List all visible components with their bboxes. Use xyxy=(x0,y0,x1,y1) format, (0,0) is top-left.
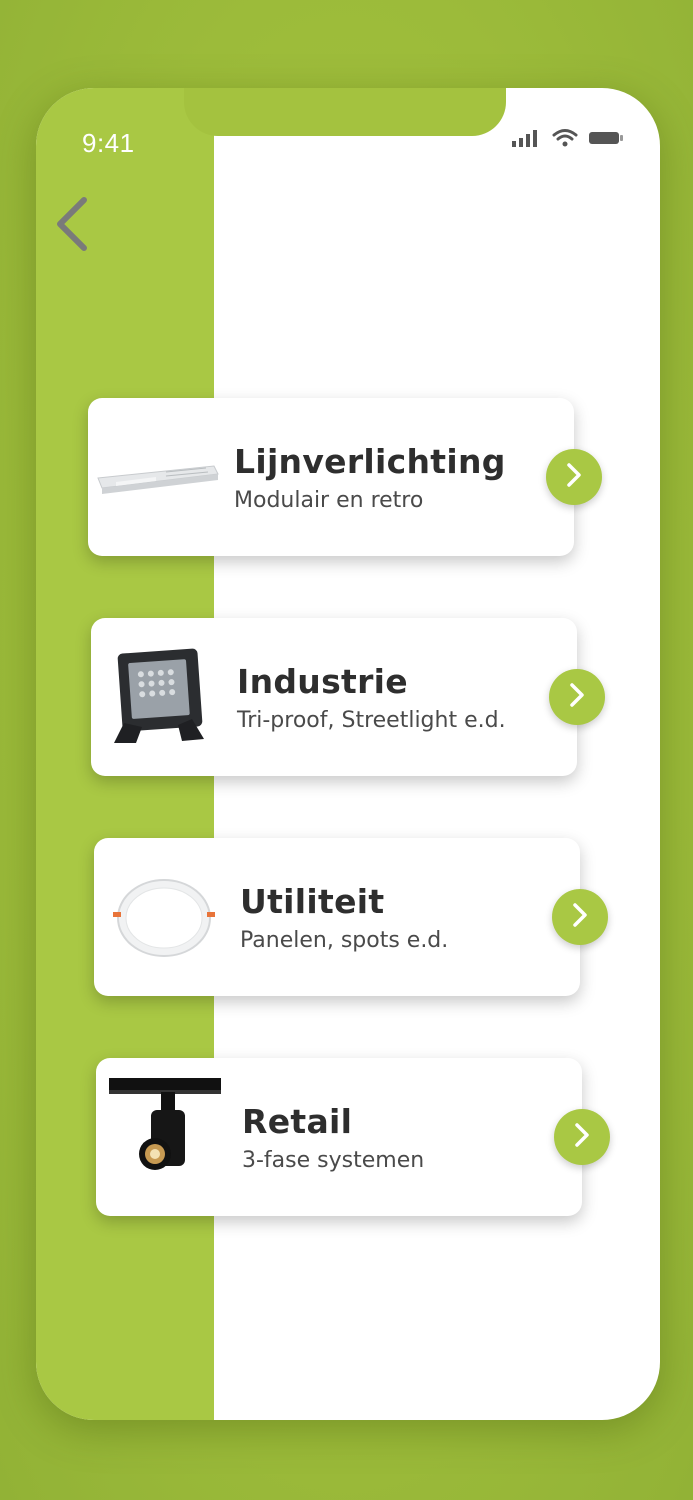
category-card-industrie[interactable]: Industrie Tri-proof, Streetlight e.d. xyxy=(91,618,605,776)
wifi-icon xyxy=(552,128,578,152)
status-icons xyxy=(512,128,624,152)
category-title: Utiliteit xyxy=(240,882,385,921)
recessed-downlight-image xyxy=(102,860,226,976)
category-title: Industrie xyxy=(237,662,408,701)
open-category-button[interactable] xyxy=(552,889,608,945)
chevron-right-icon xyxy=(570,901,590,933)
category-title: Retail xyxy=(242,1102,353,1141)
track-spotlight-image xyxy=(104,1072,228,1188)
signal-icon xyxy=(512,129,542,151)
category-subtitle: Modulair en retro xyxy=(234,488,424,513)
linear-light-fixture-image xyxy=(96,420,220,536)
back-button[interactable] xyxy=(50,196,94,256)
category-card-utiliteit[interactable]: Utiliteit Panelen, spots e.d. xyxy=(94,838,608,996)
chevron-right-icon xyxy=(564,461,584,493)
open-category-button[interactable] xyxy=(554,1109,610,1165)
open-category-button[interactable] xyxy=(549,669,605,725)
phone-screen: 9:41 Lijnverlichting Modulair en retro I… xyxy=(36,88,660,1420)
chevron-right-icon xyxy=(572,1121,592,1153)
category-title: Lijnverlichting xyxy=(234,442,506,481)
category-subtitle: Tri-proof, Streetlight e.d. xyxy=(237,708,506,733)
chevron-right-icon xyxy=(567,681,587,713)
status-time: 9:41 xyxy=(82,128,135,158)
floodlight-image xyxy=(99,640,223,756)
open-category-button[interactable] xyxy=(546,449,602,505)
category-card-retail[interactable]: Retail 3-fase systemen xyxy=(96,1058,610,1216)
category-subtitle: Panelen, spots e.d. xyxy=(240,928,449,953)
battery-icon xyxy=(588,129,624,151)
category-card-lijnverlichting[interactable]: Lijnverlichting Modulair en retro xyxy=(88,398,602,556)
phone-notch xyxy=(184,88,506,136)
chevron-left-icon xyxy=(54,196,90,256)
category-subtitle: 3-fase systemen xyxy=(242,1148,425,1173)
